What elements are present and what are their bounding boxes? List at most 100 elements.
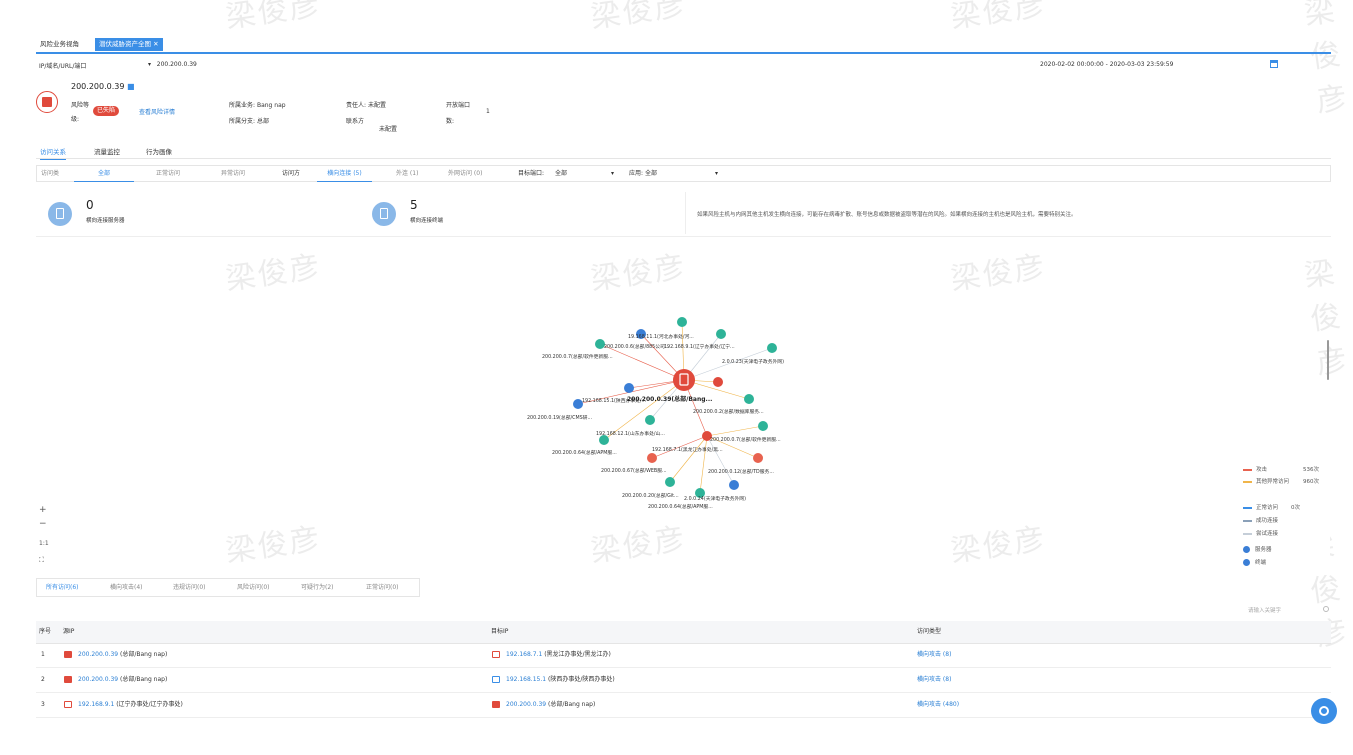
risk-detail-link[interactable]: 查看风险详情 [139,107,175,116]
filter-outbound[interactable]: 外连 (1) [396,167,418,181]
tab-risk-visit[interactable]: 风险访问(0) [237,580,270,596]
dst-ip-link[interactable]: 200.200.0.39 [506,701,546,708]
filter-normal[interactable]: 正常访问 [156,167,180,181]
legend-label: 攻击 [1256,467,1268,473]
bottom-tabs-bar [36,578,420,597]
legend-label: 尝试连接 [1256,531,1279,537]
legend-attack: 攻击 536次 [1243,465,1319,473]
terminal-icon [492,651,500,658]
legend-line [1243,519,1252,522]
ip-filter-select[interactable]: ▾ 200.200.0.39 [148,61,197,68]
zoom-out-button[interactable]: − [39,519,47,529]
app-value: 全部 [645,170,658,177]
fit-screen-button[interactable]: ⛶ [39,556,44,565]
filter-abnormal[interactable]: 异常访问 [221,167,245,181]
visit-type-link[interactable]: 横向攻击 (8) [917,643,951,667]
graph-node[interactable] [677,317,687,327]
tab-all-visits[interactable]: 所有访问(6) [46,580,79,596]
graph-node[interactable] [744,394,754,404]
port-label-2: 数: [446,118,455,125]
src-ip-link[interactable]: 200.200.0.39 [78,676,118,683]
tab-behavior-profile[interactable]: 行为画像 [146,146,172,156]
date-range-input[interactable]: 2020-02-02 00:00:00 - 2020-03-03 23:59:5… [1040,61,1173,68]
floating-help-button[interactable] [1311,698,1337,724]
main-tabs-divider [36,158,1331,159]
visit-type-link[interactable]: 横向攻击 (480) [917,693,959,717]
legend-other-abnormal: 其他异常访问 960次 [1243,477,1319,485]
close-icon[interactable]: ✕ [153,40,158,48]
search-input[interactable]: 请输入关键字 [1248,606,1281,614]
server-icon [492,701,500,708]
table-row[interactable]: 1 200.200.0.39 (总部/Bang nap) 192.168.7.1… [36,643,1331,668]
tab-normal-visit[interactable]: 正常访问(0) [366,580,399,596]
tab-threat-map[interactable]: 潜伏威胁资产全图 ✕ [95,38,163,51]
lateral-notice: 如果风险主机与内网其他主机发生横向连接，可能存在病毒扩散、账号信息或数据被盗取等… [697,212,1077,218]
watermark: 梁俊彦 [588,0,689,36]
src-ip-link[interactable]: 200.200.0.39 [78,651,118,658]
src-ip-link[interactable]: 192.168.9.1 [78,701,114,708]
src-cell: 200.200.0.39 (总部/Bang nap) [64,668,167,692]
server-legend-icon [1243,546,1250,553]
graph-node[interactable] [624,383,634,393]
zoom-in-button[interactable]: + [39,505,47,515]
watermark: 梁俊彦 [223,0,324,36]
tab-label: 潜伏威胁资产全图 [99,40,151,48]
port-value: 1 [486,108,490,115]
row-index: 1 [41,651,45,658]
tab-visit-relation[interactable]: 访问关系 [40,146,66,160]
src-note: (辽宁办事处/辽宁办事处) [116,701,183,708]
graph-node[interactable] [716,329,726,339]
graph-scrollbar[interactable] [1327,340,1329,380]
graph-center-node[interactable] [673,369,695,391]
legend-line [1243,532,1252,535]
graph-node[interactable] [645,415,655,425]
filter-all[interactable]: 全部 [74,167,134,182]
graph-node[interactable] [767,343,777,353]
graph-node[interactable] [647,453,657,463]
server-stat-label: 横向连接服务器 [86,218,125,224]
node-label: 200.200.0.20(总部/Git... [622,492,679,499]
filter-external[interactable]: 外网访问 (0) [448,167,482,181]
graph-edge [706,435,735,486]
tab-traffic-monitor[interactable]: 流量监控 [94,146,120,156]
app-select[interactable]: 全部 ▾ [645,167,718,181]
edit-icon[interactable]: ■ [127,82,135,91]
visit-type-link[interactable]: 横向攻击 (8) [917,668,951,692]
terminal-icon [64,701,72,708]
dst-ip-link[interactable]: 192.168.7.1 [506,651,542,658]
node-label: 200.200.0.64(总部/APM服... [552,449,617,456]
zoom-reset-button[interactable]: 1:1 [39,540,49,547]
node-label: 192.168.12.1(山东办事处/山... [596,430,665,437]
asset-avatar [36,91,58,113]
branch-field: 所属分支: 总部 [229,116,269,125]
graph-node[interactable] [713,377,723,387]
target-port-select[interactable]: 全部 ▾ [555,167,614,181]
graph-node[interactable] [758,421,768,431]
visit-type-label: 访问类 [41,170,60,177]
calendar-icon[interactable] [1270,60,1278,68]
legend-count: 0次 [1291,505,1300,511]
chat-icon [1319,706,1329,716]
dst-ip-link[interactable]: 192.168.15.1 [506,676,546,683]
terminal-icon [492,676,500,683]
node-label: 200.200.0.2(总部/数据库服务... [693,408,764,415]
tab-lateral-attack[interactable]: 横向攻击(4) [110,580,143,596]
graph-node[interactable] [729,480,739,490]
table-row[interactable]: 2 200.200.0.39 (总部/Bang nap) 192.168.15.… [36,668,1331,693]
node-label: 200.200.0.7(总部/软件更新服... [710,436,781,443]
search-icon[interactable] [1323,606,1329,612]
node-label: 19.168.11.1(河北办事处/河... [628,333,694,340]
top-tab-bar: 风险业务视角 潜伏威胁资产全图 ✕ [36,36,1331,54]
dst-cell: 192.168.15.1 (陕西办事处/陕西办事处) [492,668,615,692]
terminal-stat-icon [372,202,396,226]
tab-risk-business[interactable]: 风险业务视角 [36,38,83,51]
graph-node[interactable] [753,453,763,463]
table-row[interactable]: 3 192.168.9.1 (辽宁办事处/辽宁办事处) 200.200.0.39… [36,693,1331,718]
legend-line [1243,506,1252,509]
graph-node[interactable] [665,477,675,487]
tab-violation[interactable]: 违规访问(0) [173,580,206,596]
filter-lateral[interactable]: 横向连接 (5) [317,167,372,182]
legend-line [1243,480,1252,483]
tab-suspicious[interactable]: 可疑行为(2) [301,580,334,596]
connection-graph[interactable]: 19.168.11.1(河北办事处/河... 200.200.0.6(总部/88… [520,310,820,520]
